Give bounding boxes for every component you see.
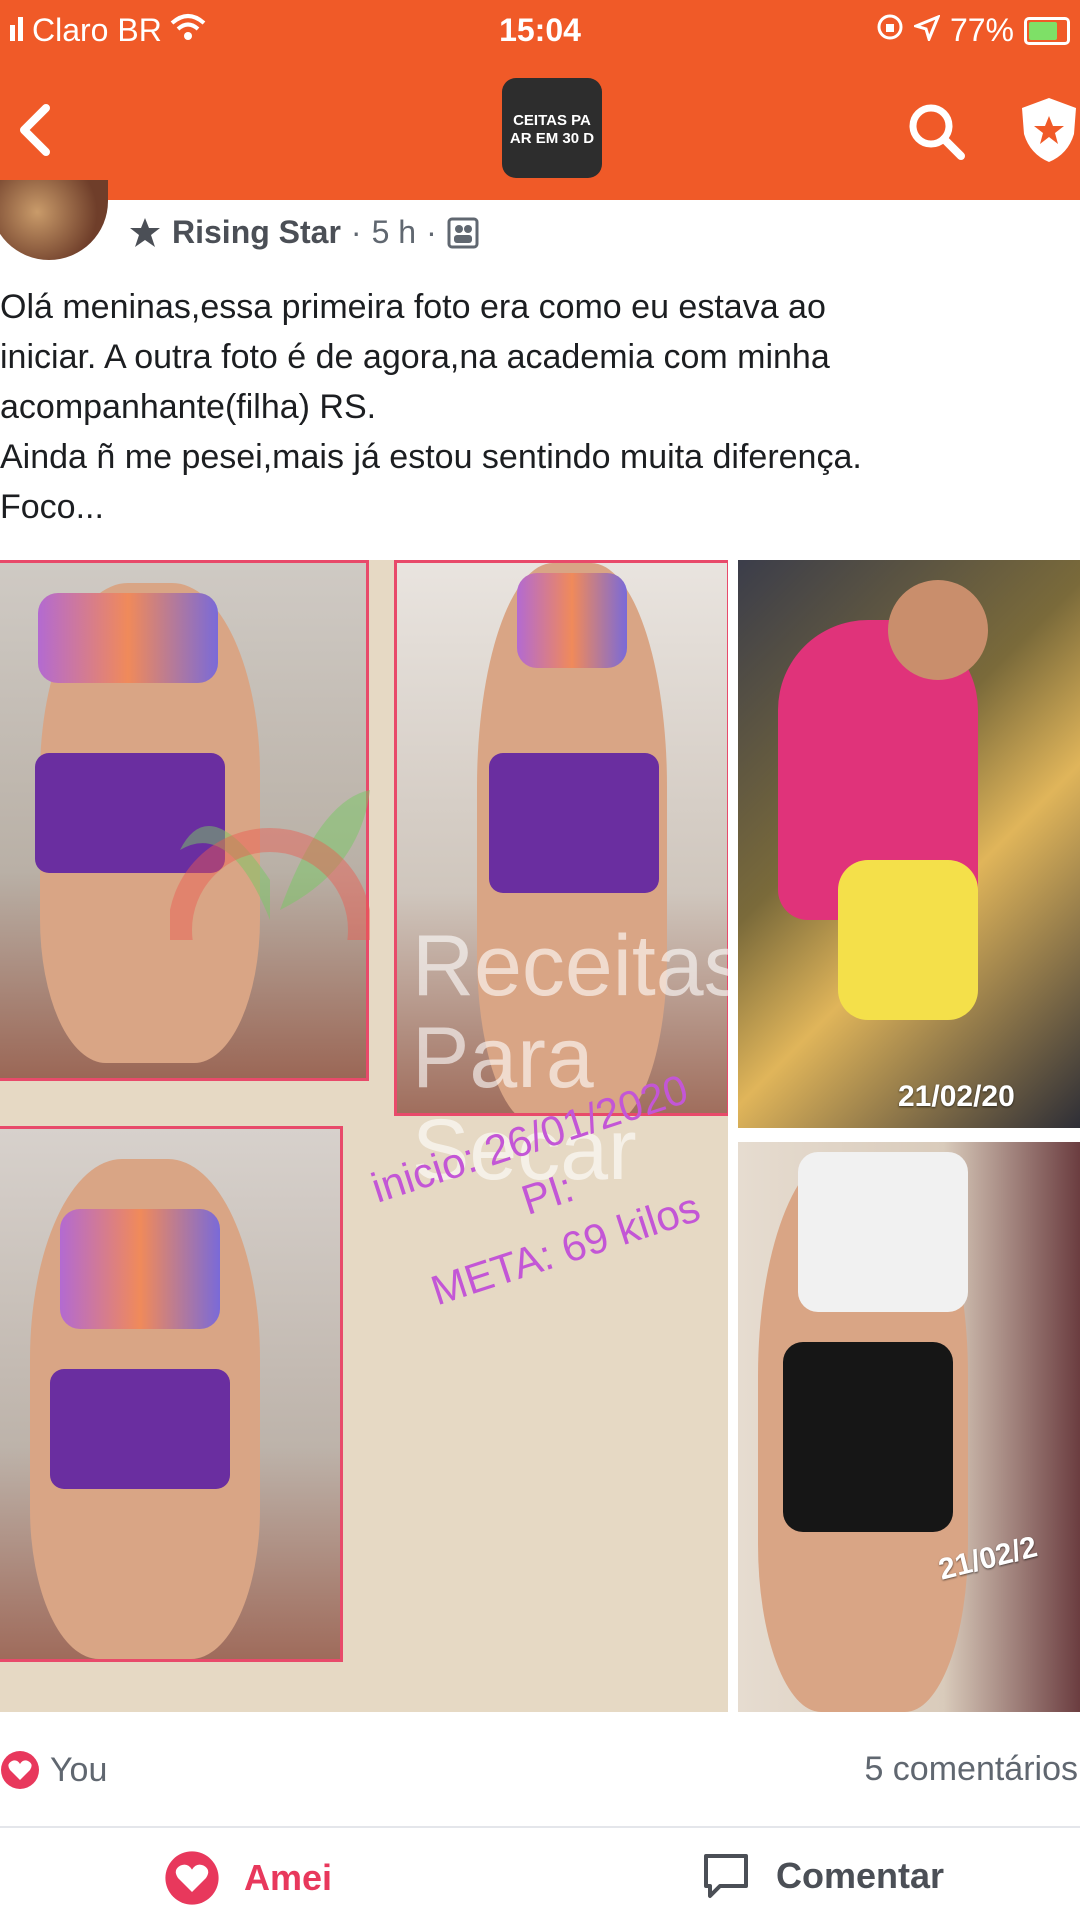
- photo-date-stamp: 21/02/20: [898, 1080, 1015, 1113]
- search-button[interactable]: [905, 100, 967, 162]
- heart-icon: [165, 1851, 219, 1905]
- group-logo[interactable]: CEITAS PA AR EM 30 D: [502, 78, 602, 178]
- comment-icon: [704, 1854, 748, 1898]
- comment-label: Comentar: [776, 1855, 945, 1896]
- separator-dot: ·: [350, 214, 362, 250]
- reaction-summary[interactable]: You: [0, 1750, 107, 1790]
- divider: [0, 1826, 1080, 1828]
- nav-bar: CEITAS PA AR EM 30 D: [0, 60, 1080, 200]
- battery-icon: [1024, 16, 1070, 45]
- search-icon: [909, 104, 965, 160]
- before-collage-photo[interactable]: Receitas Para Secar inicio: 26/01/2020 P…: [0, 560, 728, 1712]
- chevron-left-icon: [20, 104, 50, 156]
- separator-dot: ·: [426, 214, 437, 250]
- reactions-bar: You 5 comentários: [0, 1742, 1080, 1802]
- battery-percent: 77%: [949, 12, 1014, 48]
- post-photos: Receitas Para Secar inicio: 26/01/2020 P…: [0, 560, 1080, 1712]
- watermark-line: Receitas: [412, 918, 728, 1014]
- author-avatar[interactable]: [0, 180, 108, 260]
- post-text-line: acompanhante(filha) RS.: [0, 388, 377, 426]
- location-icon: [911, 12, 941, 49]
- love-button[interactable]: Amei: [164, 1850, 332, 1906]
- back-button[interactable]: [10, 98, 66, 162]
- post-text-line: Foco...: [0, 488, 104, 526]
- post-text-line: Ainda ñ me pesei,mais já estou sentindo …: [0, 438, 862, 476]
- action-bar: Amei Comentar: [0, 1830, 1080, 1920]
- star-badge-icon: [130, 217, 160, 247]
- admin-badge-button[interactable]: [1018, 94, 1080, 164]
- after-side-photo[interactable]: 21/02/2: [738, 1142, 1080, 1712]
- post-meta: Rising Star · 5 h ·: [128, 214, 479, 251]
- post-time[interactable]: 5 h: [372, 214, 416, 251]
- rising-star-badge[interactable]: Rising Star: [172, 214, 341, 251]
- post-text-line: Olá meninas,essa primeira foto era como …: [0, 288, 826, 326]
- gym-photo[interactable]: 21/02/20: [738, 560, 1080, 1128]
- shield-star-icon: [1022, 98, 1076, 162]
- orientation-lock-icon: [876, 12, 904, 49]
- before-back-photo: [0, 1126, 343, 1662]
- post-text: Olá meninas,essa primeira foto era como …: [0, 282, 1060, 532]
- comment-button[interactable]: Comentar: [700, 1850, 944, 1902]
- group-logo-line2: AR EM 30 D: [509, 130, 595, 147]
- heart-icon: [1, 1751, 39, 1789]
- post-header: Rising Star · 5 h ·: [0, 180, 1080, 270]
- status-bar: Claro BR 15:04 77%: [0, 0, 1080, 60]
- status-right: 77%: [876, 12, 1070, 49]
- app-header: Claro BR 15:04 77% CEITAS PA AR EM 30 D: [0, 0, 1080, 200]
- group-logo-line1: CEITAS PA: [513, 112, 591, 129]
- group-privacy-icon: [447, 217, 479, 248]
- love-label: Amei: [244, 1857, 333, 1898]
- post-text-line: iniciar. A outra foto é de agora,na acad…: [0, 338, 830, 376]
- comments-count[interactable]: 5 comentários: [864, 1750, 1078, 1789]
- reaction-names: You: [50, 1750, 108, 1789]
- watermark-leaf-icon: [170, 790, 370, 940]
